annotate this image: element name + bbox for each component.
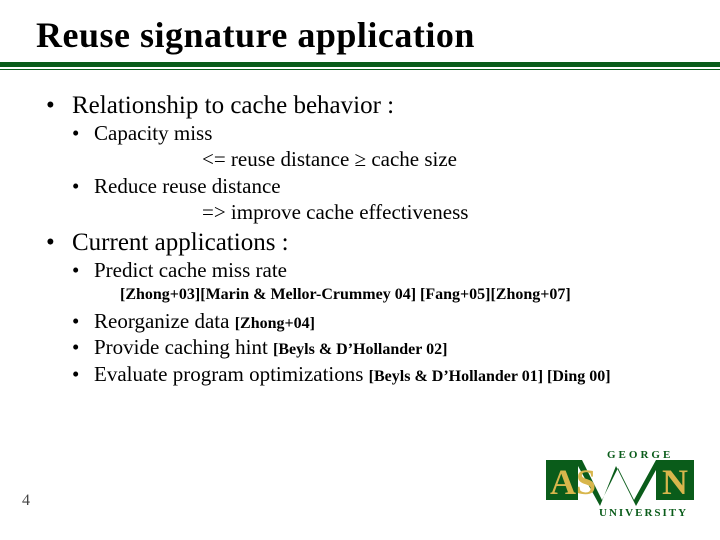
subbullet-label: Predict cache miss rate xyxy=(94,257,287,283)
slide-body: • Relationship to cache behavior : • Cap… xyxy=(0,70,720,387)
subbullet-evaluate: • Evaluate program optimizations [Beyls … xyxy=(72,361,700,387)
bullet-dot-icon: • xyxy=(72,334,94,360)
university-logo: GEORGE AS N UNIVERSITY xyxy=(544,444,694,522)
citation: [Beyls & D’Hollander 01] [Ding 00] xyxy=(369,368,611,385)
subbullet-detail: => improve cache effectiveness xyxy=(202,199,700,225)
bullet-dot-icon: • xyxy=(72,361,94,387)
bullet-applications: • Current applications : • Predict cache… xyxy=(46,229,700,387)
bullet-dot-icon: • xyxy=(72,173,94,199)
subbullet-label: Provide caching hint xyxy=(94,335,273,359)
subbullet-reorganize: • Reorganize data [Zhong+04] xyxy=(72,308,700,334)
bullet-label: Current applications : xyxy=(72,229,289,257)
title-divider xyxy=(0,62,720,70)
citation: [Beyls & D’Hollander 02] xyxy=(273,341,447,358)
subbullet-label: Evaluate program optimizations xyxy=(94,362,369,386)
subbullet-caching-hint: • Provide caching hint [Beyls & D’Hollan… xyxy=(72,334,700,360)
bullet-relationship: • Relationship to cache behavior : • Cap… xyxy=(46,92,700,225)
subbullet-label: Reduce reuse distance xyxy=(94,173,281,199)
citation-line: [Zhong+03][Marin & Mellor-Crummey 04] [F… xyxy=(120,285,700,306)
bullet-dot-icon: • xyxy=(72,257,94,283)
subbullet-predict: • Predict cache miss rate [Zhong+03][Mar… xyxy=(72,257,700,306)
bullet-dot-icon: • xyxy=(72,120,94,146)
bullet-label: Relationship to cache behavior : xyxy=(72,92,394,120)
citation: [Zhong+04] xyxy=(235,315,315,332)
page-number: 4 xyxy=(22,492,30,510)
bullet-dot-icon: • xyxy=(72,308,94,334)
bullet-dot-icon: • xyxy=(46,229,72,257)
subbullet-detail: <= reuse distance ≥ cache size xyxy=(202,146,700,172)
logo-text-left: AS xyxy=(550,462,596,502)
subbullet-label: Capacity miss xyxy=(94,120,212,146)
slide-title: Reuse signature application xyxy=(36,14,720,56)
subbullet-reduce-distance: • Reduce reuse distance => improve cache… xyxy=(72,173,700,226)
logo-text-top: GEORGE xyxy=(607,449,673,461)
subbullet-label: Reorganize data xyxy=(94,309,235,333)
subbullet-capacity-miss: • Capacity miss <= reuse distance ≥ cach… xyxy=(72,120,700,173)
logo-text-right: N xyxy=(662,462,688,502)
bullet-dot-icon: • xyxy=(46,92,72,120)
logo-text-university: UNIVERSITY xyxy=(599,507,688,519)
